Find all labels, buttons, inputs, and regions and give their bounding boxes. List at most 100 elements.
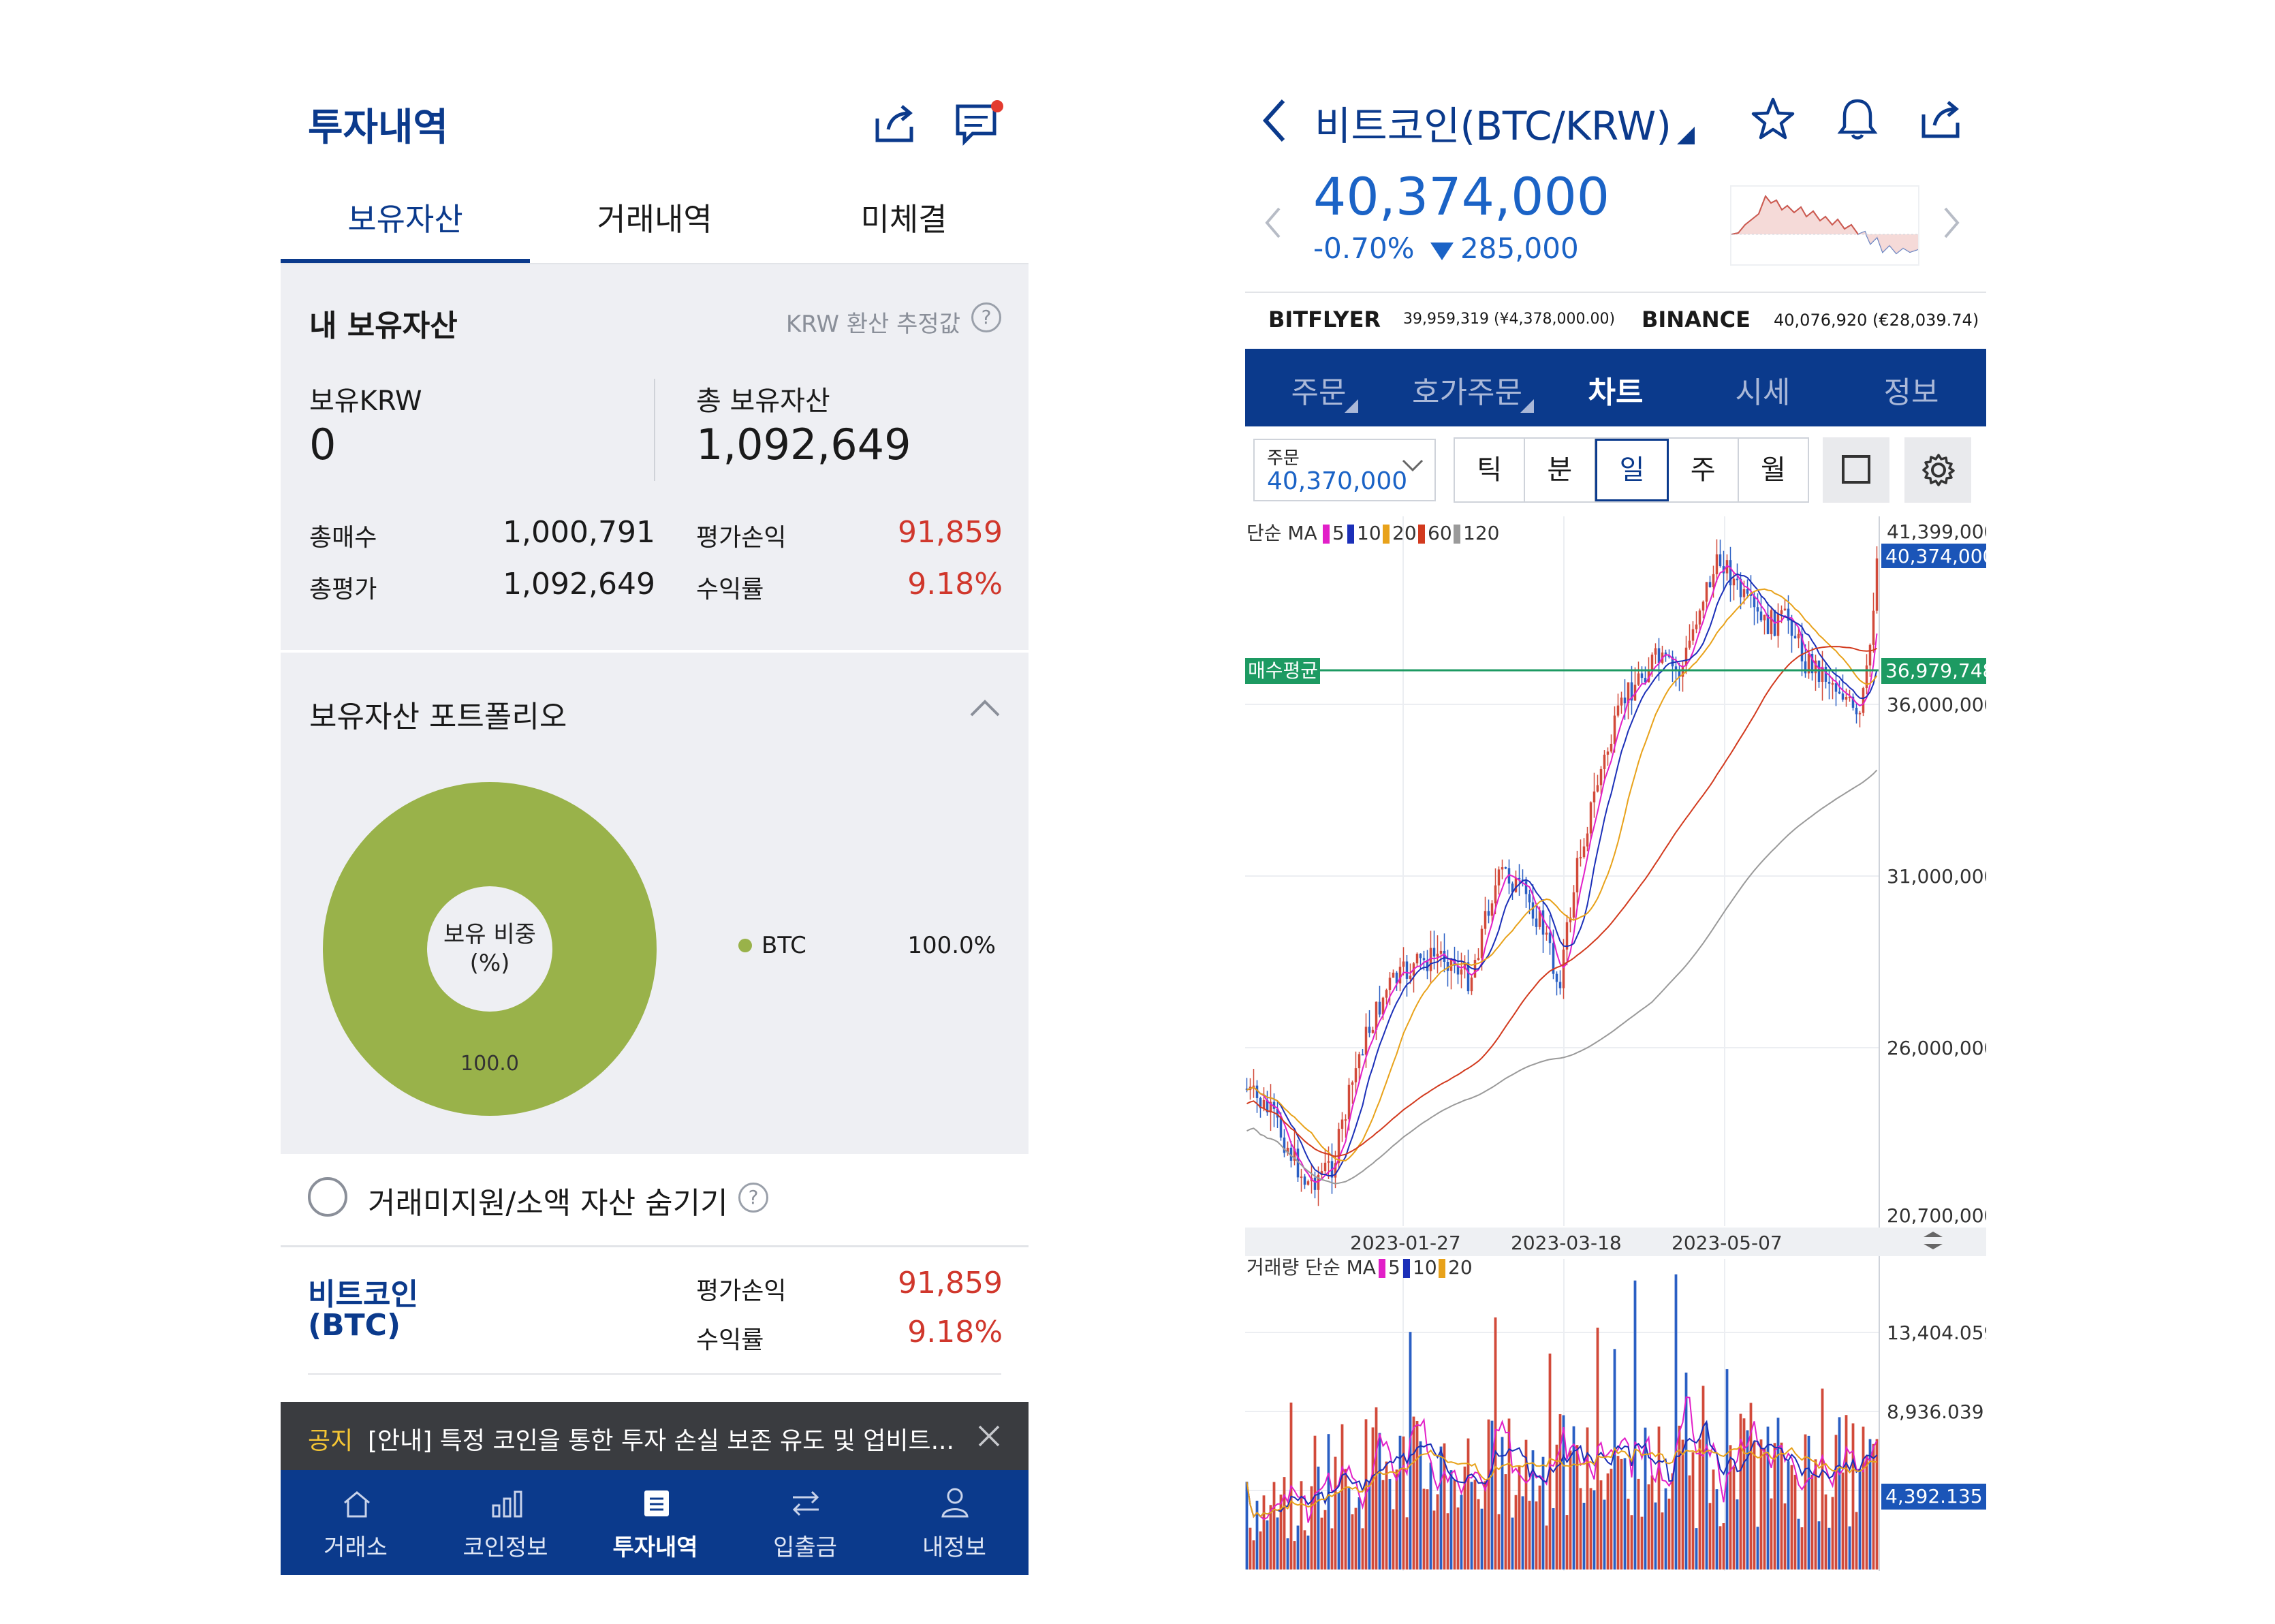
volume-bar xyxy=(1736,1499,1739,1570)
candle-body xyxy=(1480,928,1484,958)
hide-small-assets-checkbox[interactable] xyxy=(308,1177,347,1217)
volume-bar xyxy=(1579,1488,1582,1570)
candle-body xyxy=(1858,713,1862,715)
holding-row-btc[interactable]: 비트코인 (BTC) 평가손익 91,859 수익률 9.18% xyxy=(281,1248,1029,1375)
candle-body xyxy=(1555,973,1558,982)
binance-value: 40,076,920 (€28,039.74) xyxy=(1774,311,1979,330)
page-title: 투자내역 xyxy=(308,106,449,150)
volume-bar xyxy=(1834,1435,1838,1570)
help-icon[interactable]: ? xyxy=(971,302,1001,332)
volume-bar xyxy=(1303,1530,1306,1570)
volume-bar xyxy=(1640,1516,1644,1570)
fullscreen-button[interactable] xyxy=(1823,437,1889,503)
volume-bar xyxy=(1841,1472,1845,1570)
candle-body xyxy=(1575,858,1579,892)
nav-coin-info[interactable]: 코인정보 xyxy=(430,1470,580,1575)
candle-body xyxy=(1701,602,1705,611)
change-amount: 285,000 xyxy=(1460,232,1579,265)
candle-body xyxy=(1623,698,1627,704)
bell-icon[interactable] xyxy=(1834,95,1881,143)
notice-tag: 공지 xyxy=(308,1427,354,1455)
help-icon-small[interactable]: ? xyxy=(738,1183,768,1213)
tab-info[interactable]: 정보 xyxy=(1836,368,1986,411)
volume-bar xyxy=(1742,1418,1746,1570)
coin-title[interactable]: 비트코인(BTC/KRW) xyxy=(1315,94,1672,151)
candle-body xyxy=(1756,607,1759,612)
volume-bar xyxy=(1586,1427,1589,1570)
back-chevron-icon[interactable] xyxy=(1259,97,1291,144)
nav-exchange-label: 거래소 xyxy=(324,1534,388,1561)
candle-body xyxy=(1358,1054,1361,1069)
dropdown-triangle-icon[interactable] xyxy=(1677,127,1695,144)
legend-value-btc: 100.0% xyxy=(907,932,996,959)
share-icon[interactable] xyxy=(870,99,918,147)
volume-bar xyxy=(1647,1484,1650,1570)
tab-pending[interactable]: 미체결 xyxy=(779,195,1029,240)
nav-exchange[interactable]: 거래소 xyxy=(281,1470,430,1575)
period-day[interactable]: 일 xyxy=(1595,439,1669,501)
candlestick-chart[interactable]: 매수평균 41,399,000 40,374,000 36,979,748 36… xyxy=(1245,516,1986,1571)
candle-body xyxy=(1824,666,1827,682)
candle-body xyxy=(1603,754,1606,770)
star-icon[interactable] xyxy=(1749,95,1797,143)
share-icon[interactable] xyxy=(1917,95,1964,143)
period-month[interactable]: 월 xyxy=(1739,439,1808,501)
tab-order[interactable]: 주문 xyxy=(1245,349,1392,426)
volume-bar xyxy=(1558,1414,1562,1570)
candle-body xyxy=(1834,683,1838,692)
bitflyer-value: 39,959,319 (¥4,378,000.00) xyxy=(1403,311,1616,328)
volume-bar xyxy=(1535,1501,1538,1570)
prev-coin-icon[interactable] xyxy=(1263,206,1283,240)
pnl-value: 91,859 xyxy=(898,515,1003,550)
notice-bar[interactable]: 공지 [안내] 특정 코인을 통한 투자 손실 보존 유도 및 업비트... xyxy=(281,1402,1029,1470)
period-minute[interactable]: 분 xyxy=(1525,439,1596,501)
nav-investments[interactable]: 투자내역 xyxy=(580,1470,730,1575)
order-price-box[interactable]: 주문 40,370,000 xyxy=(1253,439,1436,501)
candle-body xyxy=(1548,933,1552,943)
volume-bar xyxy=(1514,1495,1518,1570)
price-axis-label: 20,700,000 xyxy=(1887,1204,1986,1227)
volume-bar xyxy=(1756,1527,1759,1570)
candle-body xyxy=(1616,705,1620,716)
krw-value: 0 xyxy=(309,420,336,469)
close-icon[interactable] xyxy=(975,1422,1003,1450)
volume-axis-label: 8,936.039 xyxy=(1887,1401,1984,1423)
dropdown-triangle-icon xyxy=(1345,399,1358,413)
ma20-swatch xyxy=(1383,525,1390,544)
transfer-icon xyxy=(792,1490,819,1516)
volume-bar xyxy=(1674,1274,1678,1570)
volume-bar xyxy=(1354,1508,1358,1570)
candle-body xyxy=(1729,560,1732,586)
period-tick[interactable]: 틱 xyxy=(1455,439,1526,501)
holding-rate-label: 수익률 xyxy=(696,1326,764,1354)
volume-bar xyxy=(1872,1443,1875,1570)
tab-orderbook-order[interactable]: 호가주문 xyxy=(1392,349,1542,426)
avg-buy-label: 매수평균 xyxy=(1248,659,1318,682)
nav-my-info[interactable]: 내정보 xyxy=(880,1470,1029,1575)
chat-icon[interactable] xyxy=(952,98,1007,150)
period-week[interactable]: 주 xyxy=(1669,439,1739,501)
tab-history[interactable]: 거래내역 xyxy=(530,195,779,240)
settings-button[interactable] xyxy=(1904,437,1971,503)
next-coin-icon[interactable] xyxy=(1941,206,1962,240)
candle-body xyxy=(1592,791,1596,802)
vol-ma10-swatch xyxy=(1403,1259,1410,1278)
volume-bar xyxy=(1449,1470,1453,1570)
tab-market-price[interactable]: 시세 xyxy=(1689,368,1836,411)
volume-bar xyxy=(1252,1540,1255,1570)
volume-bar xyxy=(1419,1441,1422,1570)
chevron-up-icon[interactable] xyxy=(969,695,1001,722)
nav-deposit-withdraw[interactable]: 입출금 xyxy=(730,1470,880,1575)
tab-chart[interactable]: 차트 xyxy=(1542,368,1689,411)
volume-bar xyxy=(1569,1450,1572,1570)
candle-body xyxy=(1501,867,1504,870)
portfolio-heading: 보유자산 포트폴리오 xyxy=(309,700,567,734)
volume-bar xyxy=(1415,1421,1419,1570)
candle-body xyxy=(1524,881,1528,894)
candle-body xyxy=(1415,954,1419,964)
tab-holdings[interactable]: 보유자산 xyxy=(281,195,530,240)
date-axis-label: 2023-01-27 xyxy=(1350,1232,1461,1254)
volume-bar xyxy=(1426,1489,1429,1570)
hide-small-assets-label[interactable]: 거래미지원/소액 자산 숨기기 xyxy=(368,1178,728,1222)
volume-bar xyxy=(1657,1426,1661,1570)
